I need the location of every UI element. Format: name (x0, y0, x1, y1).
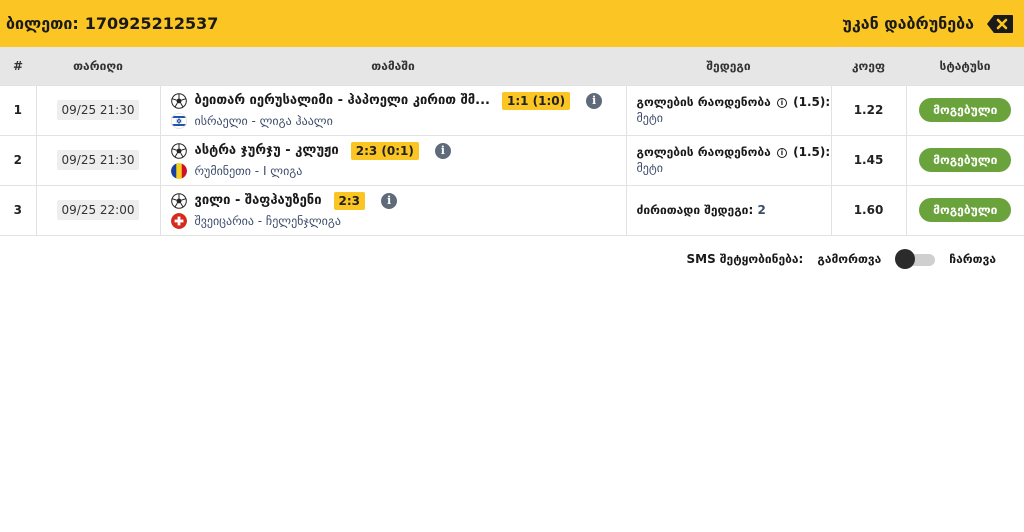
match-teams[interactable]: ბეითარ იერუსალიმი - ჰაპოელი კირით შმ... (195, 93, 490, 108)
row-date-cell: 09/25 21:30 (35, 84, 160, 135)
row-game-cell: ვილი - შაფჰაუზენი 2:3 i შვეიცარია - ჩელე… (159, 184, 626, 236)
row-result-cell: გოლების რაოდენობა i (1.5): მეტი (625, 134, 831, 185)
row-game-cell: ბეითარ იერუსალიმი - ჰაპოელი კირით შმ... … (159, 84, 626, 135)
column-header-date: თარიღი (73, 58, 123, 73)
row-game-cell: ასტრა ჯურჯუ - კლუჟი 2:3 (0:1) i რუმინეთი… (159, 134, 626, 185)
row-status-cell: მოგებული (905, 184, 1024, 236)
soccer-ball-icon (170, 142, 187, 159)
back-button[interactable]: უკან დაბრუნება (842, 14, 1014, 34)
info-icon[interactable]: i (434, 142, 451, 159)
switzerland-flag-icon (170, 212, 187, 229)
row-date: 09/25 22:00 (56, 200, 140, 220)
row-odds: 1.45 (830, 134, 906, 185)
market-line: (1.5): (793, 145, 831, 159)
soccer-ball-icon (170, 192, 187, 209)
status-badge[interactable]: მოგებული (919, 148, 1012, 172)
bets-table: # თარიღი თამაში შედეგი კოეფ სტატუსი 1 09… (0, 47, 1024, 236)
market-name: ძირითადი შედეგი: 2 (637, 203, 831, 217)
row-odds: 1.60 (830, 184, 906, 236)
info-icon[interactable]: i (381, 192, 398, 209)
selection: მეტი (636, 161, 663, 175)
table-row: 1 09/25 21:30 ბეითარ იერუსალიმი - ჰაპოელ… (0, 84, 1024, 135)
column-header-result: შედეგი (706, 58, 751, 73)
market-label: გოლების რაოდენობა (636, 145, 771, 159)
row-result-cell: ძირითადი შედეგი: 2 (625, 184, 831, 236)
selection: მეტი (636, 111, 663, 125)
table-header-row: # თარიღი თამაში შედეგი კოეფ სტატუსი (0, 47, 1024, 85)
match-teams[interactable]: ვილი - შაფჰაუზენი (195, 193, 322, 208)
sms-notification-row: SMS შეტყობინება: გამორთვა ჩართვა (687, 249, 996, 269)
sms-toggle[interactable] (895, 249, 936, 269)
column-header-status: სტატუსი (939, 58, 991, 73)
status-badge[interactable]: მოგებული (919, 98, 1012, 122)
market-label: გოლების რაოდენობა (636, 95, 771, 109)
backspace-icon (987, 14, 1013, 33)
market-name: გოლების რაოდენობა i (1.5): (637, 95, 831, 109)
market-name: გოლების რაოდენობა i (1.5): (637, 145, 831, 159)
table-row: 3 09/25 22:00 ვილი - შაფჰაუზენი 2:3 i შვ… (0, 184, 1024, 236)
ticket-title: ბილეთი: 170925212537 (6, 14, 218, 33)
market-info-icon[interactable]: i (776, 97, 787, 108)
back-label: უკან დაბრუნება (842, 14, 974, 33)
sms-label: SMS შეტყობინება: (686, 252, 804, 266)
row-number: 1 (0, 84, 36, 135)
soccer-ball-icon (170, 92, 187, 109)
row-odds: 1.22 (830, 84, 906, 135)
table-row: 2 09/25 21:30 ასტრა ჯურჯუ - კლუჟი 2:3 (0… (0, 134, 1024, 185)
ticket-number: 170925212537 (84, 14, 219, 33)
israel-flag-icon (170, 112, 187, 129)
sms-off-label[interactable]: გამორთვა (817, 252, 881, 266)
row-number: 3 (0, 184, 36, 236)
romania-flag-icon (170, 162, 187, 179)
status-badge[interactable]: მოგებული (919, 198, 1012, 222)
selection: 2 (757, 203, 766, 217)
row-date: 09/25 21:30 (56, 150, 140, 170)
match-score: 1:1 (1:0) (501, 91, 571, 110)
ticket-header: ბილეთი: 170925212537 უკან დაბრუნება (0, 0, 1024, 47)
row-status-cell: მოგებული (905, 134, 1024, 185)
sms-toggle-knob (895, 249, 916, 269)
info-icon[interactable]: i (586, 92, 603, 109)
market-label: ძირითადი შედეგი: (636, 203, 754, 217)
row-status-cell: მოგებული (905, 84, 1024, 135)
ticket-label: ბილეთი: (6, 14, 79, 33)
column-header-number: # (12, 58, 24, 73)
row-date-cell: 09/25 22:00 (35, 184, 160, 236)
league-name: შვეიცარია - ჩელენჯლიგა (194, 213, 341, 228)
league-name: რუმინეთი - I ლიგა (194, 163, 303, 178)
market-info-icon[interactable]: i (776, 147, 787, 158)
row-date-cell: 09/25 21:30 (35, 134, 160, 185)
row-result-cell: გოლების რაოდენობა i (1.5): მეტი (625, 84, 831, 135)
league-name: ისრაელი - ლიგა ჰაალი (194, 113, 333, 128)
match-score: 2:3 (0:1) (350, 141, 419, 160)
column-header-game: თამაში (371, 58, 415, 73)
match-teams[interactable]: ასტრა ჯურჯუ - კლუჟი (195, 143, 339, 158)
row-number: 2 (0, 134, 36, 185)
match-score: 2:3 (333, 191, 366, 210)
sms-on-label[interactable]: ჩართვა (949, 252, 996, 266)
row-date: 09/25 21:30 (56, 100, 140, 120)
column-header-odds: კოეფ (851, 58, 886, 73)
market-line: (1.5): (793, 95, 831, 109)
